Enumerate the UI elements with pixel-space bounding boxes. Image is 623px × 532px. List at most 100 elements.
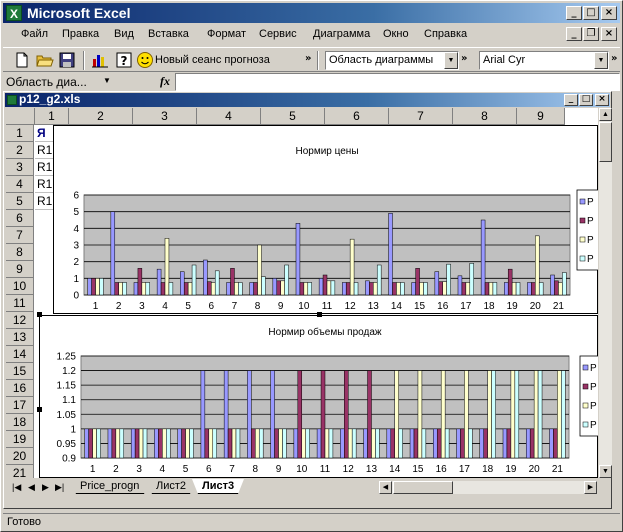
bar[interactable]: [118, 282, 123, 296]
bar[interactable]: [367, 370, 372, 459]
bar[interactable]: [438, 281, 443, 296]
bar[interactable]: [208, 428, 214, 459]
row-header[interactable]: 1: [6, 125, 34, 142]
bar[interactable]: [181, 428, 186, 459]
bar[interactable]: [230, 268, 235, 296]
bar[interactable]: [297, 370, 303, 459]
bar[interactable]: [261, 276, 266, 296]
bar[interactable]: [282, 428, 287, 459]
bar[interactable]: [223, 370, 229, 459]
bar[interactable]: [419, 282, 424, 296]
chart-price[interactable]: Нормир цены 0 1 2 3 4 5 6 1 2 3 4 5 6 7 8 9 10 11 12 13 14 15 1…: [53, 125, 598, 314]
bar[interactable]: [272, 278, 278, 296]
bar[interactable]: [114, 282, 119, 296]
bar[interactable]: [409, 428, 415, 459]
bar[interactable]: [130, 428, 136, 459]
bar[interactable]: [255, 428, 260, 459]
bar[interactable]: [141, 282, 147, 296]
bar[interactable]: [88, 428, 93, 459]
tab-sheet3[interactable]: Лист3: [192, 479, 244, 494]
bar[interactable]: [464, 370, 469, 459]
bar[interactable]: [276, 280, 281, 296]
bar[interactable]: [446, 263, 451, 296]
bar[interactable]: [107, 428, 113, 459]
bar[interactable]: [191, 264, 197, 296]
bar[interactable]: [322, 274, 328, 296]
bar[interactable]: [423, 282, 428, 296]
maximize-button[interactable]: □: [583, 6, 599, 20]
minimize-button[interactable]: _: [566, 6, 582, 20]
column-header[interactable]: 6: [325, 108, 389, 125]
bar[interactable]: [533, 370, 539, 459]
bar[interactable]: [162, 428, 167, 459]
bar[interactable]: [84, 428, 89, 459]
bar[interactable]: [457, 275, 463, 296]
bar[interactable]: [376, 264, 382, 296]
workbook-close-button[interactable]: ×: [595, 94, 609, 106]
new-forecast-session-button[interactable]: Новый сеанс прогноза: [155, 54, 270, 66]
last-sheet-icon[interactable]: ▶|: [55, 482, 64, 493]
bar[interactable]: [553, 428, 558, 459]
bar[interactable]: [318, 278, 324, 296]
scroll-left-icon[interactable]: ◀: [379, 481, 392, 494]
bar[interactable]: [189, 428, 194, 459]
name-box[interactable]: Область диа... ▼: [3, 73, 115, 91]
horizontal-scrollbar[interactable]: ◀ ▶: [379, 481, 597, 494]
chevron-down-icon[interactable]: ▼: [103, 76, 111, 85]
bar[interactable]: [316, 428, 322, 459]
row-header[interactable]: 12: [6, 312, 34, 329]
column-header[interactable]: 8: [453, 108, 517, 125]
bar[interactable]: [510, 370, 516, 459]
bar[interactable]: [504, 282, 509, 296]
column-header[interactable]: 5: [261, 108, 325, 125]
bar[interactable]: [305, 428, 310, 459]
bar[interactable]: [226, 282, 231, 296]
bar[interactable]: [554, 280, 559, 296]
resize-handle[interactable]: [37, 407, 42, 412]
bar[interactable]: [96, 428, 101, 459]
doc-close-button[interactable]: ×: [601, 27, 617, 41]
bar[interactable]: [525, 428, 531, 459]
bar[interactable]: [207, 281, 212, 296]
bar[interactable]: [440, 370, 446, 459]
column-header[interactable]: 2: [69, 108, 133, 125]
bar[interactable]: [469, 263, 474, 296]
bar[interactable]: [278, 428, 283, 459]
bar[interactable]: [345, 282, 351, 296]
bar[interactable]: [238, 282, 243, 296]
bar[interactable]: [154, 428, 159, 459]
bar[interactable]: [371, 428, 376, 459]
menu-file[interactable]: Файл: [21, 28, 48, 40]
next-sheet-icon[interactable]: ▶: [42, 482, 49, 493]
bar[interactable]: [531, 282, 536, 296]
bar[interactable]: [200, 370, 206, 459]
bar[interactable]: [461, 282, 467, 296]
bar[interactable]: [375, 428, 380, 459]
bar[interactable]: [444, 428, 450, 459]
bar[interactable]: [386, 428, 392, 459]
help-question-icon[interactable]: ?: [115, 51, 133, 69]
bar[interactable]: [203, 259, 208, 296]
bar[interactable]: [211, 282, 216, 296]
bar[interactable]: [234, 282, 239, 296]
toolbar-overflow-icon[interactable]: »: [305, 53, 311, 64]
menu-insert[interactable]: Вставка: [148, 28, 189, 40]
resize-handle[interactable]: [317, 312, 322, 317]
toolbar-overflow-icon[interactable]: »: [461, 53, 467, 64]
bar[interactable]: [328, 428, 334, 459]
bar[interactable]: [365, 280, 370, 296]
bar[interactable]: [363, 428, 368, 459]
bar[interactable]: [373, 282, 378, 296]
bar[interactable]: [433, 428, 438, 459]
row-header[interactable]: 19: [6, 431, 34, 448]
scroll-right-icon[interactable]: ▶: [584, 481, 597, 494]
bar[interactable]: [347, 428, 353, 459]
chart-sales[interactable]: Нормир объемы продаж 0.9 0.95 1 1.05 1.1 1.15 1…: [39, 315, 598, 478]
bar[interactable]: [168, 282, 174, 296]
bar[interactable]: [550, 274, 555, 296]
bar[interactable]: [514, 370, 520, 459]
row-header[interactable]: 16: [6, 380, 34, 397]
bar[interactable]: [369, 282, 374, 296]
column-header[interactable]: 7: [389, 108, 453, 125]
bar[interactable]: [303, 282, 309, 296]
